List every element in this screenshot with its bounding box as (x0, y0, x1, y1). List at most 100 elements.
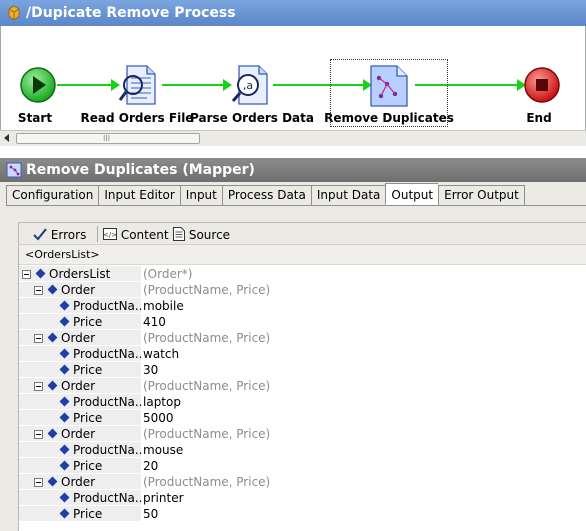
tree-node-type: (Order*) (143, 267, 193, 281)
source-label: Source (188, 228, 231, 242)
tree-node-cell: Price (19, 410, 141, 426)
tree-row[interactable]: ProductNa... mouse (19, 442, 586, 458)
process-icon (8, 5, 20, 21)
tab-input[interactable]: Input (179, 185, 222, 206)
scroll-left-icon[interactable] (4, 134, 9, 142)
element-diamond-icon (59, 460, 70, 471)
tree-node-type: (ProductName, Price) (143, 427, 271, 441)
file-read-icon (118, 65, 156, 105)
remove-duplicates-node[interactable] (367, 64, 411, 111)
content-button[interactable]: </> Content (103, 227, 169, 243)
tab-error-output[interactable]: Error Output (438, 185, 525, 206)
tree-node-cell: ProductNa... (19, 346, 141, 362)
tree-node-cell: ProductNa... (19, 442, 141, 458)
tree-row[interactable]: ProductNa... printer (19, 490, 586, 506)
tree-row[interactable]: OrdersList (Order*) (19, 266, 586, 282)
tree-node-cell: Price (19, 314, 141, 330)
svg-text:,a: ,a (243, 79, 253, 92)
tree-row[interactable]: Price 5000 (19, 410, 586, 426)
tab-divider (6, 205, 586, 206)
process-title: /Dupicate Remove Process (26, 5, 236, 21)
tree-row[interactable]: Price 50 (19, 506, 586, 522)
tree-row[interactable]: Price 30 (19, 362, 586, 378)
end-node[interactable] (523, 66, 561, 107)
node-label-start: Start (17, 111, 53, 125)
tree-row[interactable]: ProductNa... laptop (19, 394, 586, 410)
scroll-thumb[interactable]: III (16, 133, 200, 144)
tree-node-name: OrdersList (49, 267, 111, 281)
tree-node-value: mouse (143, 443, 184, 457)
element-diamond-icon (59, 412, 70, 423)
content-label: Content (120, 228, 169, 242)
output-tree: OrdersList (Order*) Order (ProductName, Pri… (19, 266, 586, 522)
stop-icon (524, 67, 560, 103)
toolbar-separator (97, 226, 98, 242)
tree-node-value: watch (143, 347, 180, 361)
connector (57, 84, 115, 86)
tree-row[interactable]: Order (ProductName, Price) (19, 426, 586, 442)
collapse-icon[interactable] (34, 382, 43, 391)
connector (162, 84, 226, 86)
element-diamond-icon (47, 428, 58, 439)
tree-row[interactable]: ProductNa... watch (19, 346, 586, 362)
tree-node-value: printer (143, 491, 184, 505)
tree-node-cell: ProductNa... (19, 298, 141, 314)
tree-node-cell: Order (19, 378, 141, 394)
tree-node-value: 30 (143, 363, 159, 377)
tab-input-editor[interactable]: Input Editor (98, 185, 180, 206)
tree-node-cell: Order (19, 282, 141, 298)
tree-node-name: Price (73, 459, 103, 473)
errors-button[interactable]: Errors (33, 227, 86, 243)
tree-node-type: (ProductName, Price) (143, 379, 271, 393)
source-document-icon (173, 227, 185, 241)
tree-row[interactable]: ProductNa... mobile (19, 298, 586, 314)
horizontal-scrollbar[interactable]: III (0, 130, 586, 146)
tab-output[interactable]: Output (385, 183, 439, 205)
source-button[interactable]: Source (173, 227, 230, 243)
tree-row[interactable]: Price 410 (19, 314, 586, 330)
collapse-icon[interactable] (34, 334, 43, 343)
tree-row[interactable]: Order (ProductName, Price) (19, 282, 586, 298)
node-label-end: End (526, 111, 552, 125)
start-node[interactable] (19, 66, 57, 107)
collapse-icon[interactable] (34, 430, 43, 439)
tree-node-cell: ProductNa... (19, 490, 141, 506)
tree-node-name: ProductNa... (73, 443, 141, 457)
collapse-icon[interactable] (22, 270, 31, 279)
tree-node-cell: Price (19, 506, 141, 522)
tree-node-name: Price (73, 411, 103, 425)
tab-input-data[interactable]: Input Data (310, 185, 386, 206)
tree-row[interactable]: Price 20 (19, 458, 586, 474)
errors-label: Errors (50, 228, 87, 242)
collapse-icon[interactable] (34, 286, 43, 295)
output-toolbar: Errors </> Content Source (19, 223, 586, 245)
tab-bar: Configuration Input Editor Input Process… (6, 183, 525, 206)
tree-row[interactable]: Order (ProductName, Price) (19, 330, 586, 346)
parse-orders-data-node[interactable]: ,a (229, 64, 273, 109)
svg-text:</>: </> (103, 231, 117, 239)
element-diamond-icon (47, 284, 58, 295)
tree-node-name: Order (61, 331, 96, 345)
element-diamond-icon (59, 508, 70, 519)
parse-data-icon: ,a (231, 65, 268, 105)
node-label-parse-orders: Parse Orders Data (190, 111, 314, 125)
element-diamond-icon (59, 492, 70, 503)
tree-node-name: Order (61, 427, 96, 441)
tree-row[interactable]: Order (ProductName, Price) (19, 474, 586, 490)
element-diamond-icon (47, 332, 58, 343)
process-canvas[interactable]: Start Read Orders File ,a Parse Orders D… (0, 26, 586, 130)
tree-node-value: 5000 (143, 411, 174, 425)
tree-row[interactable]: Order (ProductName, Price) (19, 378, 586, 394)
tree-node-name: ProductNa... (73, 299, 141, 313)
tree-node-name: Order (61, 475, 96, 489)
tree-node-name: Price (73, 315, 103, 329)
tree-node-cell: Order (19, 330, 141, 346)
collapse-icon[interactable] (34, 478, 43, 487)
tab-configuration[interactable]: Configuration (6, 185, 99, 206)
element-diamond-icon (47, 476, 58, 487)
tree-node-name: Order (61, 283, 96, 297)
read-orders-file-node[interactable] (117, 64, 161, 109)
element-diamond-icon (35, 268, 46, 279)
tab-process-data[interactable]: Process Data (221, 185, 311, 206)
tree-node-value: laptop (143, 395, 181, 409)
